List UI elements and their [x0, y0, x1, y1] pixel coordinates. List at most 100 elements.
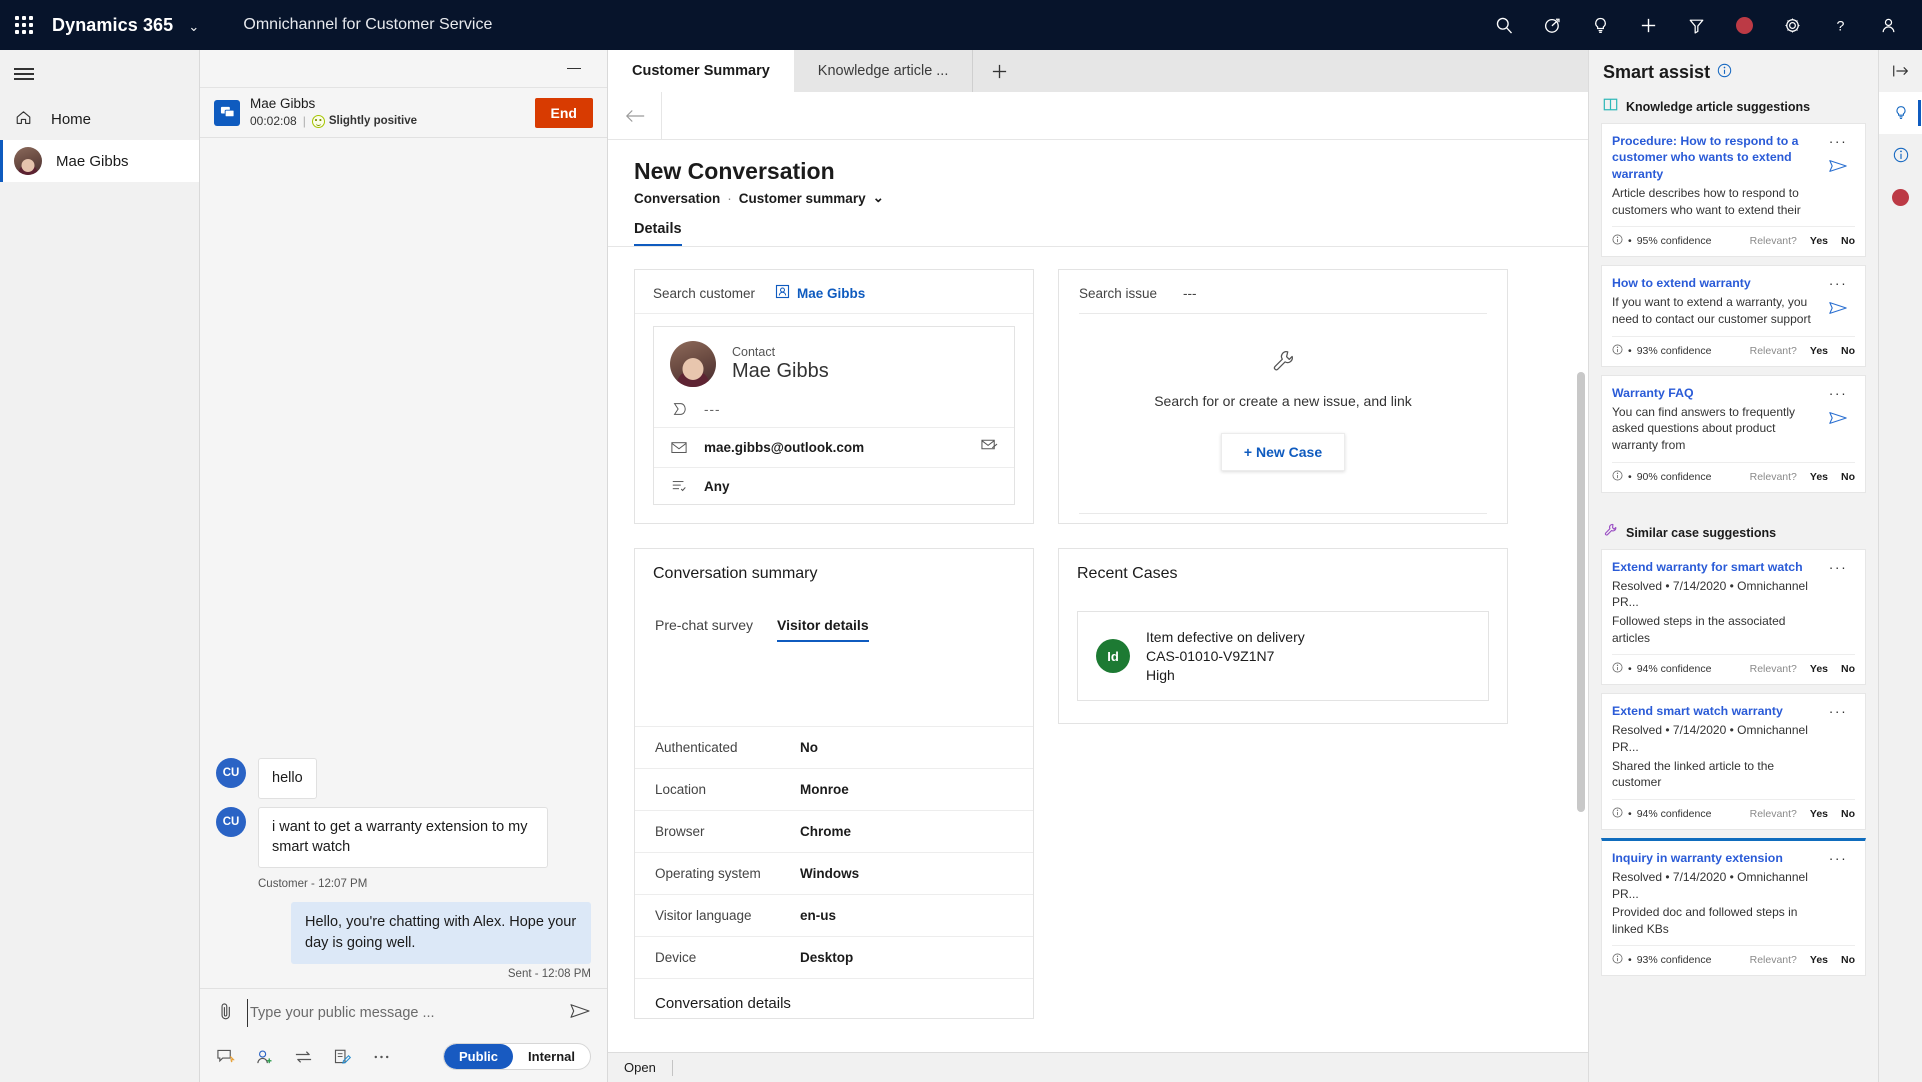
- search-icon[interactable]: [1480, 0, 1528, 50]
- lightbulb-icon[interactable]: [1576, 0, 1624, 50]
- brand-title[interactable]: Dynamics 365 ⌄: [48, 15, 199, 36]
- list-item[interactable]: Id Item defective on delivery CAS-01010-…: [1077, 611, 1489, 701]
- tab-knowledge-article[interactable]: Knowledge article ...: [793, 50, 973, 92]
- send-icon[interactable]: [569, 1002, 591, 1025]
- timer-icon[interactable]: [1528, 0, 1576, 50]
- recent-cases-header: Recent Cases: [1059, 549, 1507, 599]
- new-case-button[interactable]: + New Case: [1220, 433, 1346, 471]
- note-icon[interactable]: [333, 1048, 352, 1066]
- tab-details[interactable]: Details: [634, 221, 682, 246]
- account-icon[interactable]: [1864, 0, 1912, 50]
- suggestion-title[interactable]: Extend warranty for smart watch: [1612, 559, 1815, 575]
- info-icon[interactable]: [1612, 232, 1623, 250]
- suggestion-card[interactable]: Extend smart watch warranty Resolved • 7…: [1601, 693, 1866, 830]
- relevance-yes-button[interactable]: Yes: [1810, 663, 1828, 675]
- sidebar-item-home[interactable]: Home: [0, 98, 199, 140]
- chevron-down-icon[interactable]: ⌄: [188, 19, 199, 34]
- sidebar-item-mae-gibbs[interactable]: Mae Gibbs: [0, 140, 199, 182]
- back-arrow-icon[interactable]: [608, 92, 662, 139]
- relevance-no-button[interactable]: No: [1841, 808, 1855, 820]
- conversation-details-section-title: Conversation details: [635, 978, 1033, 1018]
- expand-panel-icon[interactable]: [1879, 50, 1922, 92]
- suggestion-title[interactable]: Warranty FAQ: [1612, 385, 1815, 401]
- suggestion-card[interactable]: Procedure: How to respond to a customer …: [1601, 123, 1866, 258]
- more-icon[interactable]: ···: [1829, 385, 1848, 400]
- relevance-yes-button[interactable]: Yes: [1810, 345, 1828, 357]
- toggle-public[interactable]: Public: [444, 1044, 514, 1069]
- presence-dot-icon[interactable]: [1720, 0, 1768, 50]
- lightbulb-icon[interactable]: [1878, 92, 1922, 134]
- app-launcher-button[interactable]: [0, 16, 48, 34]
- contact-email-value[interactable]: mae.gibbs@outlook.com: [704, 440, 965, 455]
- suggestion-title[interactable]: Extend smart watch warranty: [1612, 703, 1815, 719]
- relevance-no-button[interactable]: No: [1841, 345, 1855, 357]
- transfer-icon[interactable]: [294, 1049, 313, 1065]
- minimize-button[interactable]: [561, 58, 587, 80]
- suggestion-card[interactable]: Extend warranty for smart watch Resolved…: [1601, 548, 1866, 686]
- attachment-icon[interactable]: [216, 1001, 235, 1026]
- tag-icon: [670, 401, 688, 417]
- send-icon[interactable]: [1828, 300, 1848, 321]
- customer-avatar-initials: CU: [216, 806, 246, 837]
- info-icon[interactable]: [1879, 134, 1922, 176]
- gear-icon[interactable]: [1768, 0, 1816, 50]
- message-composer: Public Internal: [200, 988, 607, 1082]
- info-icon[interactable]: [1612, 342, 1623, 360]
- mail-icon: [670, 441, 688, 454]
- send-icon[interactable]: [1828, 158, 1848, 179]
- relevance-no-button[interactable]: No: [1841, 235, 1855, 247]
- help-icon[interactable]: ?: [1816, 0, 1864, 50]
- send-mail-icon[interactable]: [981, 438, 998, 457]
- info-icon[interactable]: [1612, 951, 1623, 969]
- filter-icon[interactable]: [1672, 0, 1720, 50]
- suggestion-title[interactable]: Procedure: How to respond to a customer …: [1612, 133, 1815, 182]
- info-icon[interactable]: [1612, 660, 1623, 678]
- chevron-down-icon[interactable]: ⌄: [873, 190, 884, 206]
- relevance-no-button[interactable]: No: [1841, 471, 1855, 483]
- tab-visitor-details[interactable]: Visitor details: [777, 617, 869, 642]
- relevance-yes-button[interactable]: Yes: [1810, 471, 1828, 483]
- row-value: Desktop: [800, 950, 854, 965]
- more-icon[interactable]: ···: [1829, 559, 1848, 574]
- info-icon[interactable]: [1717, 63, 1732, 83]
- more-icon[interactable]: [372, 1054, 391, 1060]
- add-tab-button[interactable]: [972, 50, 1026, 92]
- chat-transcript: CU hello CU i want to get a warranty ext…: [200, 138, 607, 988]
- suggestion-title[interactable]: How to extend warranty: [1612, 275, 1815, 291]
- relevance-yes-button[interactable]: Yes: [1810, 954, 1828, 966]
- suggestion-meta: Resolved • 7/14/2020 • Omnichannel PR...: [1612, 723, 1808, 754]
- relevance-yes-button[interactable]: Yes: [1810, 808, 1828, 820]
- end-conversation-button[interactable]: End: [534, 97, 593, 128]
- relevance-no-button[interactable]: No: [1841, 663, 1855, 675]
- relevance-no-button[interactable]: No: [1841, 954, 1855, 966]
- presence-dot-icon[interactable]: [1879, 176, 1922, 218]
- search-issue-value[interactable]: ---: [1183, 286, 1197, 301]
- more-icon[interactable]: ···: [1829, 133, 1848, 148]
- message-input[interactable]: [247, 999, 557, 1027]
- info-icon[interactable]: [1612, 805, 1623, 823]
- case-text-block: Item defective on delivery CAS-01010-V9Z…: [1146, 629, 1305, 683]
- agent-consult-icon[interactable]: [255, 1048, 274, 1066]
- send-icon[interactable]: [1828, 410, 1848, 431]
- suggestion-card-selected[interactable]: Inquiry in warranty extension Resolved •…: [1601, 837, 1866, 977]
- suggestion-card[interactable]: How to extend warranty If you want to ex…: [1601, 265, 1866, 367]
- relevance-yes-button[interactable]: Yes: [1810, 235, 1828, 247]
- suggestion-card[interactable]: Warranty FAQ You can find answers to fre…: [1601, 374, 1866, 493]
- breadcrumb-form[interactable]: Customer summary: [739, 191, 866, 206]
- suggestion-meta: Resolved • 7/14/2020 • Omnichannel PR...: [1612, 869, 1808, 901]
- more-icon[interactable]: ···: [1829, 850, 1848, 865]
- more-icon[interactable]: ···: [1829, 275, 1848, 290]
- table-row: Operating system Windows: [635, 852, 1033, 894]
- quick-reply-icon[interactable]: [216, 1048, 235, 1066]
- customer-chip[interactable]: Mae Gibbs: [775, 284, 865, 302]
- site-map-toggle-button[interactable]: [0, 50, 199, 98]
- main-scrollbar[interactable]: [1577, 372, 1585, 812]
- contact-tag-value: ---: [704, 401, 721, 417]
- toggle-internal[interactable]: Internal: [513, 1044, 590, 1069]
- info-icon[interactable]: [1612, 468, 1623, 486]
- suggestion-title[interactable]: Inquiry in warranty extension: [1612, 850, 1815, 866]
- tab-pre-chat-survey[interactable]: Pre-chat survey: [655, 617, 753, 642]
- more-icon[interactable]: ···: [1829, 703, 1848, 718]
- tab-customer-summary[interactable]: Customer Summary: [608, 50, 794, 92]
- plus-icon[interactable]: [1624, 0, 1672, 50]
